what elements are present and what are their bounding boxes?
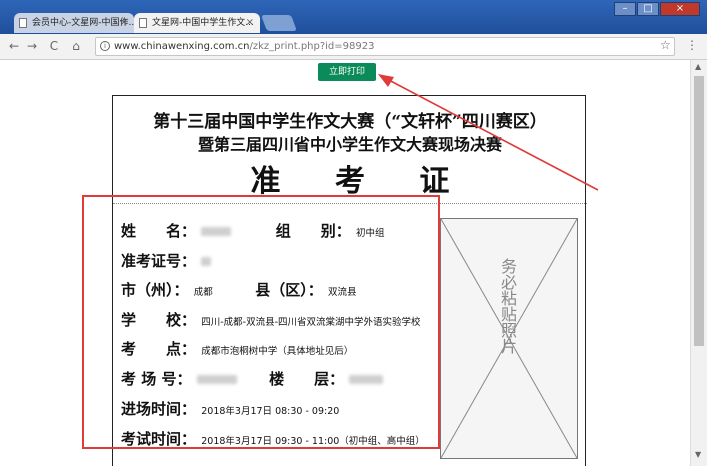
- annotation-arrow: [378, 74, 599, 191]
